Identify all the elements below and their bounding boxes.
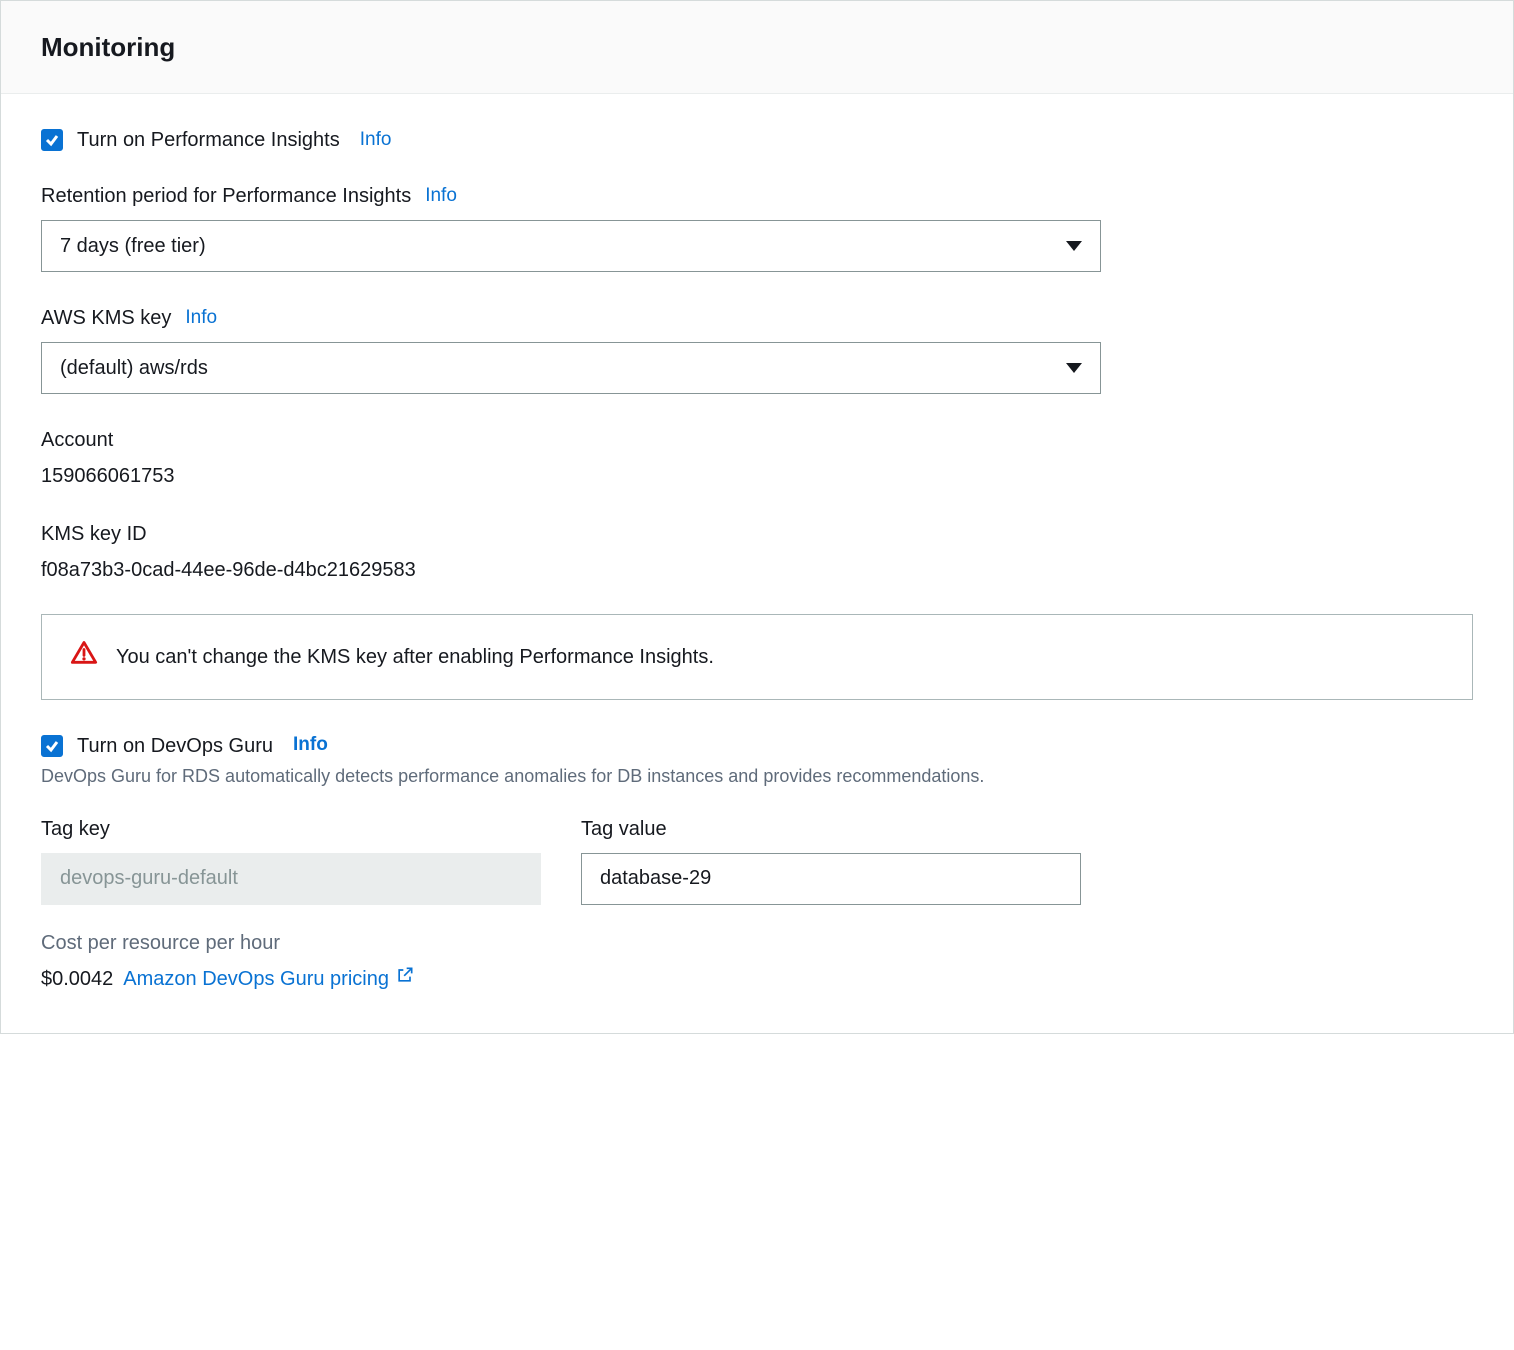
kms-key-field: AWS KMS key Info (default) aws/rds (41, 304, 1473, 394)
retention-field: Retention period for Performance Insight… (41, 182, 1473, 272)
chevron-down-icon (1066, 241, 1082, 251)
pricing-link[interactable]: Amazon DevOps Guru pricing (123, 965, 415, 993)
devops-guru-helper: DevOps Guru for RDS automatically detect… (41, 764, 1473, 789)
retention-label: Retention period for Performance Insight… (41, 182, 411, 210)
kms-key-select[interactable]: (default) aws/rds (41, 342, 1101, 394)
kms-key-label-row: AWS KMS key Info (41, 304, 1473, 332)
kms-key-info-link[interactable]: Info (185, 305, 217, 332)
account-label: Account (41, 426, 1473, 454)
retention-select-value: 7 days (free tier) (60, 232, 206, 260)
tag-row: Tag key Tag value (41, 815, 1473, 905)
kms-key-id-label: KMS key ID (41, 520, 1473, 548)
kms-key-id-block: KMS key ID f08a73b3-0cad-44ee-96de-d4bc2… (41, 520, 1473, 584)
retention-info-link[interactable]: Info (425, 183, 457, 210)
perf-insights-row: Turn on Performance Insights Info (41, 126, 1473, 154)
account-value: 159066061753 (41, 462, 1473, 490)
tag-value-input[interactable] (581, 853, 1081, 905)
devops-guru-info-link[interactable]: Info (293, 732, 328, 759)
check-icon (44, 132, 60, 148)
cost-value: $0.0042 (41, 965, 113, 993)
cost-block: Cost per resource per hour $0.0042 Amazo… (41, 929, 1473, 993)
tag-value-col: Tag value (581, 815, 1081, 905)
warning-icon (70, 639, 98, 674)
external-link-icon (395, 965, 415, 993)
retention-select[interactable]: 7 days (free tier) (41, 220, 1101, 272)
cost-row: $0.0042 Amazon DevOps Guru pricing (41, 965, 1473, 993)
chevron-down-icon (1066, 363, 1082, 373)
perf-insights-label: Turn on Performance Insights (77, 126, 340, 154)
retention-label-row: Retention period for Performance Insight… (41, 182, 1473, 210)
tag-value-label: Tag value (581, 815, 1081, 843)
kms-key-label: AWS KMS key (41, 304, 171, 332)
panel-body: Turn on Performance Insights Info Retent… (1, 94, 1513, 1032)
tag-key-input (41, 853, 541, 905)
panel-title: Monitoring (41, 29, 1473, 65)
kms-warning-alert: You can't change the KMS key after enabl… (41, 614, 1473, 699)
devops-guru-checkbox[interactable] (41, 735, 63, 757)
pricing-link-text: Amazon DevOps Guru pricing (123, 965, 389, 993)
account-block: Account 159066061753 (41, 426, 1473, 490)
kms-key-select-value: (default) aws/rds (60, 354, 208, 382)
devops-guru-row: Turn on DevOps Guru Info (41, 732, 1473, 760)
panel-header: Monitoring (1, 1, 1513, 94)
kms-key-id-value: f08a73b3-0cad-44ee-96de-d4bc21629583 (41, 556, 1473, 584)
tag-key-col: Tag key (41, 815, 541, 905)
kms-warning-text: You can't change the KMS key after enabl… (116, 643, 714, 671)
cost-label: Cost per resource per hour (41, 929, 1473, 957)
perf-insights-info-link[interactable]: Info (360, 127, 392, 154)
devops-guru-label: Turn on DevOps Guru (77, 732, 273, 760)
perf-insights-checkbox[interactable] (41, 129, 63, 151)
tag-key-label: Tag key (41, 815, 541, 843)
monitoring-panel: Monitoring Turn on Performance Insights … (0, 0, 1514, 1034)
check-icon (44, 738, 60, 754)
